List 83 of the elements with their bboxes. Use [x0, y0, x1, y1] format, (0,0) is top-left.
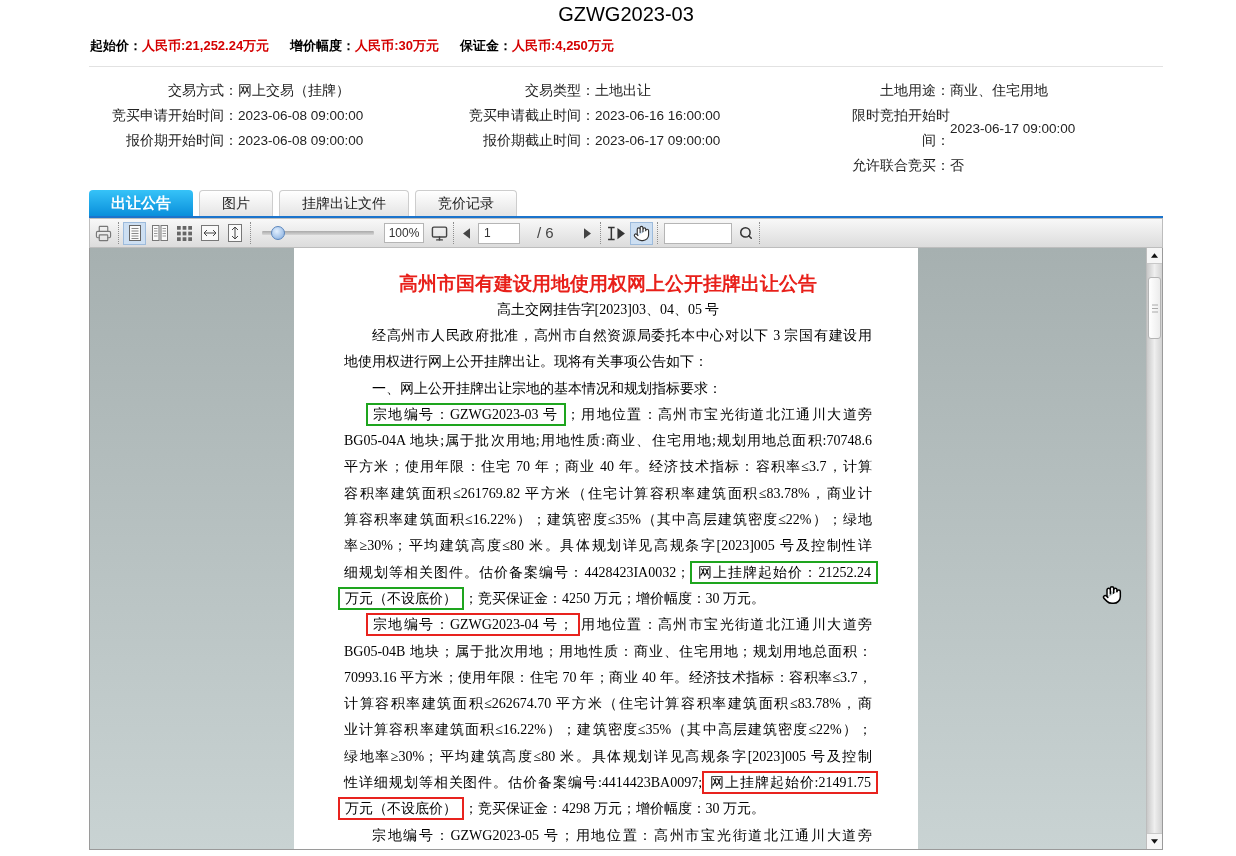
price-label: 保证金： — [459, 37, 512, 55]
document-text: ；用地位置：高州市宝光街道北江通川大道旁 — [565, 406, 872, 422]
grip-icon — [1151, 303, 1158, 313]
search-field[interactable] — [663, 222, 732, 244]
document-subtitle: 高土交网挂告字[2023]03、04、05 号 — [495, 301, 721, 319]
field-label: 竞买申请截止时间： — [468, 107, 595, 125]
page-number-field[interactable]: 1 — [478, 222, 520, 244]
field-label: 报价期截止时间： — [482, 132, 595, 150]
field-label: 限时竞拍开始时间： — [851, 107, 950, 150]
field-label: 交易类型： — [524, 82, 595, 100]
scroll-down-button[interactable] — [1147, 833, 1162, 849]
framed-text: 网上挂牌起始价:21491.75 — [702, 771, 878, 795]
field-label: 报价期开始时间： — [125, 132, 238, 150]
field-label: 土地用途： — [879, 82, 950, 100]
document-text: 细规划等相关图件。估价备案编号：4428423IA0032； — [344, 564, 691, 580]
framed-text: 万元（不设底价） — [338, 797, 464, 821]
document-text: 宗地编号：GZWG2023-05 号；用地位置：高州市宝光街道北江通川大道旁 — [372, 827, 872, 843]
price-value: 人民币:21,252.24万元 — [142, 37, 270, 55]
field-value: 2023-06-17 09:00:00 — [950, 119, 1076, 138]
document-text: 一、网上公开挂牌出让宗地的基本情况和规划指标要求： — [372, 380, 722, 396]
framed-text: 宗地编号：GZWG2023-04 号； — [366, 613, 580, 637]
document-text: ；竞买保证金：4250 万元；增价幅度：30 万元。 — [464, 590, 765, 606]
caret-left-icon — [462, 227, 470, 239]
fit-width-icon — [200, 225, 219, 241]
document-text: 算容积率建筑面积≤16.22%）；建筑密度≤35%（其中高层建筑密度≤22%）；绿地 — [344, 512, 872, 528]
price-label: 起始价： — [90, 37, 142, 55]
document-text: 经高州市人民政府批准，高州市自然资源局委托本中心对以下 3 宗国有建设用 — [372, 328, 872, 343]
zoom-field[interactable]: 100% — [384, 223, 424, 243]
document-text: 平方米；使用年限：住宅 70 年；商业 40 年。经济技术指标：容积率≤3.7，计算 — [344, 459, 872, 475]
search-icon — [738, 226, 753, 240]
price-value: 人民币:4,250万元 — [511, 37, 614, 55]
tab[interactable]: 挂牌出让文件 — [279, 190, 409, 216]
document-text: 绿地率≥30%；平均建筑高度≤80 米。具体规划详见高规条字[2023]005 号及控制 — [344, 748, 872, 764]
scrollbar-thumb[interactable] — [1148, 277, 1161, 339]
vertical-scrollbar[interactable] — [1146, 248, 1162, 849]
field-label: 竞买申请开始时间： — [111, 107, 238, 125]
page-title: GZWG2023-03 — [558, 2, 694, 27]
two-page-icon — [151, 225, 168, 241]
page-count: / 6 — [537, 222, 554, 243]
tab[interactable]: 竞价记录 — [415, 190, 517, 216]
field-value: 2023-06-16 16:00:00 — [595, 107, 721, 125]
document-text: 率≥30%；平均建筑高度≤80 米。具体规划详见高规条字[2023]005 号及控制性详 — [344, 538, 872, 554]
document-text: 地使用权进行网上公开挂牌出让。现将有关事项公告如下： — [344, 354, 708, 370]
text-cursor-icon — [606, 225, 626, 241]
field-value: 商业、住宅用地 — [950, 82, 1048, 100]
zoom-slider-thumb[interactable] — [270, 226, 285, 240]
document-text: 计算容积率建筑面积≤262674.70 平方米（住宅计算容积率建筑面积≤83.78%，商 — [344, 696, 872, 712]
document-text: 业计算容积率建筑面积≤16.22%）；建筑密度≤35%（其中高层建筑密度≤22%）； — [344, 722, 872, 738]
framed-text: 网上挂牌起始价：21252.24 — [690, 560, 878, 584]
tab[interactable]: 图片 — [199, 190, 273, 216]
framed-text: 宗地编号：GZWG2023-03 号 — [366, 402, 566, 426]
field-value: 2023-06-08 09:00:00 — [238, 107, 364, 125]
document-text: 容积率建筑面积≤261769.82 平方米（住宅计算容积率建筑面积≤83.78%，商业计 — [344, 485, 872, 501]
hand-cursor-icon — [1102, 585, 1122, 605]
field-value: 2023-06-17 09:00:00 — [595, 132, 721, 150]
document-text: 70993.16 平方米；使用年限：住宅 70 年；商业 40 年。经济技术指标：容积率≤3.7， — [344, 669, 872, 685]
scroll-up-button[interactable] — [1147, 248, 1162, 264]
fit-height-icon — [227, 224, 242, 242]
price-value: 人民币:30万元 — [355, 37, 439, 55]
monitor-icon — [430, 224, 448, 242]
document-title: 高州市国有建设用地使用权网上公开挂牌出让公告 — [398, 272, 818, 296]
caret-up-icon — [1151, 253, 1158, 258]
single-page-view-button[interactable] — [123, 221, 146, 245]
document-text: ；竞买保证金：4298 万元；增价幅度：30 万元。 — [464, 801, 765, 817]
field-value: 网上交易（挂牌） — [238, 82, 350, 100]
document-text: BG05-04B 地块；属于批次用地；用地性质：商业、住宅用地；规划用地总面积： — [344, 643, 872, 659]
hand-tool-button[interactable] — [629, 221, 653, 245]
field-label: 交易方式： — [167, 82, 238, 100]
document-text: 用地位置：高州市宝光街道北江通川大道旁 — [579, 617, 872, 633]
field-value: 2023-06-08 09:00:00 — [238, 132, 364, 150]
field-label: 允许联合竞买： — [851, 157, 950, 175]
thumbnail-grid-icon — [177, 225, 192, 241]
document-text: 性详细规划等相关图件。估价备案编号:4414423BA0097; — [344, 775, 703, 791]
field-value: 土地出让 — [595, 82, 651, 100]
document-text: BG05-04A 地块;属于批次用地;用地性质:商业、住宅用地;规划用地总面积:70748.6 — [344, 433, 872, 449]
framed-text: 万元（不设底价） — [338, 586, 464, 610]
single-page-icon — [128, 225, 141, 241]
caret-right-icon — [584, 227, 592, 239]
hand-icon — [632, 224, 650, 242]
price-label: 增价幅度： — [290, 37, 356, 55]
field-value: 否 — [950, 157, 964, 175]
printer-icon — [94, 224, 112, 242]
caret-down-icon — [1151, 839, 1158, 844]
